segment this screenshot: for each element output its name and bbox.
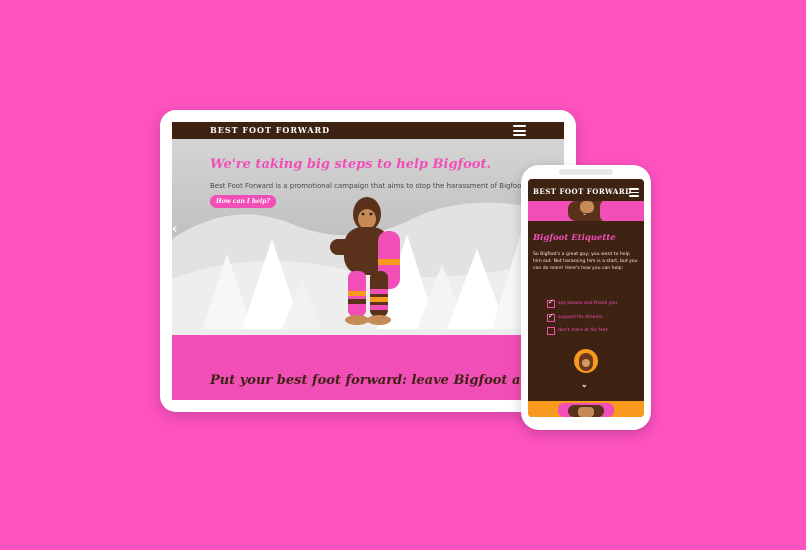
checkbox-unchecked[interactable] <box>547 327 555 335</box>
tablet-screen: BEST FOOT FORWARD We're taking big steps… <box>172 122 564 400</box>
chevron-down-icon[interactable]: ⌄ <box>581 379 588 389</box>
tagline-headline: Put your best foot forward: leave Bigfoo… <box>210 373 557 388</box>
how-can-i-help-button[interactable]: How can I help? <box>210 195 276 208</box>
check-icon: ✓ <box>548 312 554 320</box>
checklist-label: support his dreams <box>558 315 603 320</box>
hamburger-icon[interactable] <box>513 125 526 136</box>
phone-device: BEST FOOT FORWARD ⌄ Bigfoot Etiquette So… <box>521 165 651 430</box>
tagline-section: Put your best foot forward: leave Bigfoo… <box>172 335 564 400</box>
hero-section: We're taking big steps to help Bigfoot. … <box>172 139 564 335</box>
next-section-preview <box>528 401 644 417</box>
tablet-navbar: BEST FOOT FORWARD <box>172 122 564 139</box>
brand-logo[interactable]: BEST FOOT FORWARD <box>210 125 330 135</box>
checklist-label: say please and thank you <box>558 301 618 306</box>
checkbox-checked[interactable]: ✓ <box>547 298 555 308</box>
hamburger-icon[interactable] <box>629 188 639 197</box>
chevron-left-icon[interactable]: ‹ <box>172 221 178 237</box>
etiquette-intro: So Bigfoot's a great guy; you want to he… <box>533 252 638 272</box>
brand-logo[interactable]: BEST FOOT FORWARD <box>533 187 632 196</box>
phone-navbar: BEST FOOT FORWARD <box>528 179 644 201</box>
check-icon: ✓ <box>548 298 554 306</box>
checkbox-checked[interactable]: ✓ <box>547 312 555 322</box>
phone-screen: BEST FOOT FORWARD ⌄ Bigfoot Etiquette So… <box>528 179 644 417</box>
hero-description: Best Foot Forward is a promotional campa… <box>210 182 527 190</box>
bigfoot-avatar <box>574 349 598 373</box>
hero-headline: We're taking big steps to help Bigfoot. <box>210 157 492 172</box>
chevron-down-icon[interactable]: ⌄ <box>582 210 587 217</box>
bigfoot-image-strip: ⌄ <box>528 201 644 221</box>
tablet-device: BEST FOOT FORWARD We're taking big steps… <box>160 110 576 412</box>
checklist-label: don't stare at his feet <box>558 328 608 333</box>
phone-notch <box>559 169 613 175</box>
etiquette-title: Bigfoot Etiquette <box>533 233 616 243</box>
